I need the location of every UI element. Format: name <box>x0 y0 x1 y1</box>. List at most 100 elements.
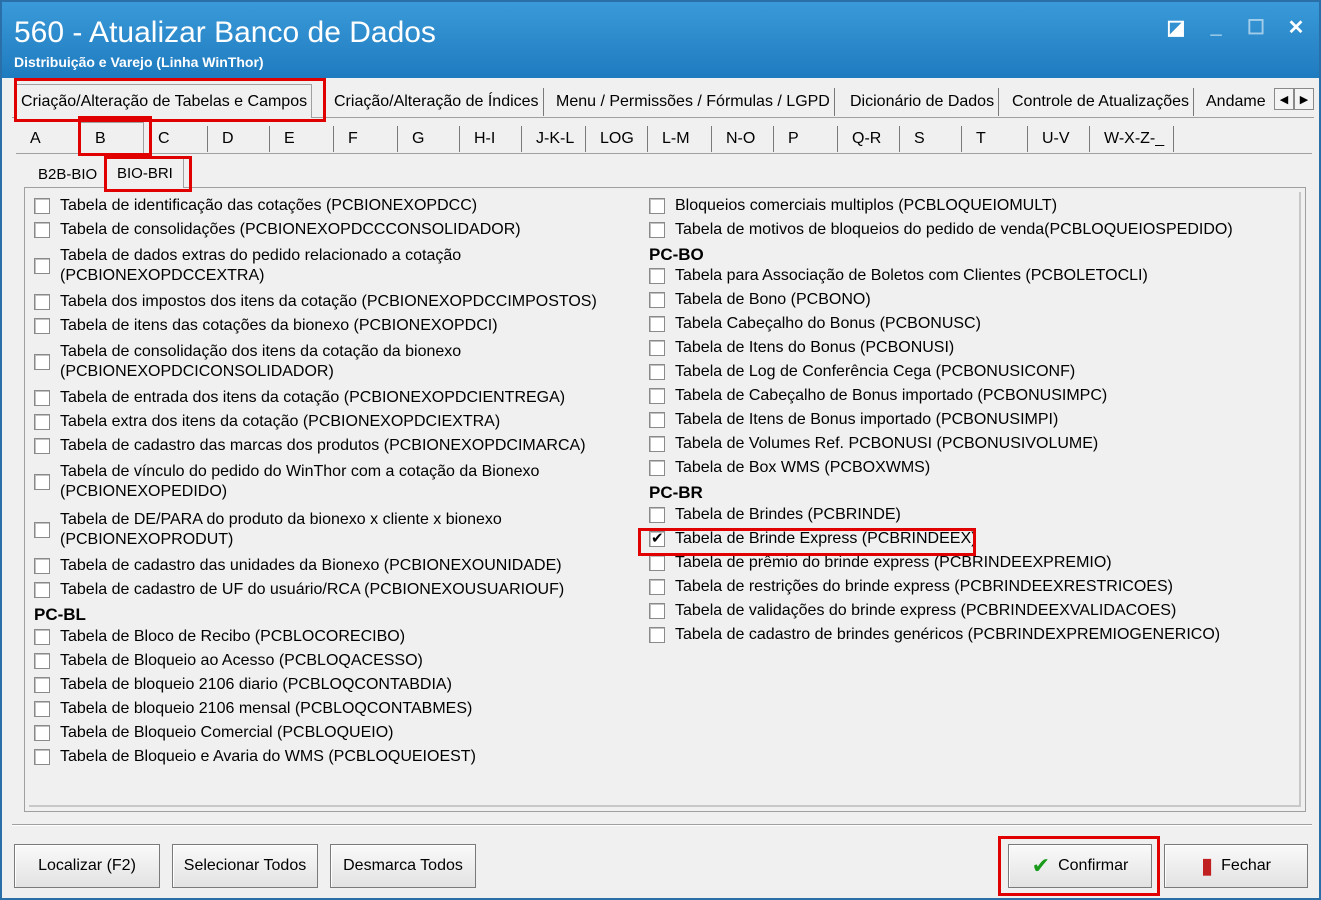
checkbox[interactable] <box>34 558 50 574</box>
list-item[interactable]: Tabela de Bloqueio ao Acesso (PCBLOQACES… <box>34 651 423 671</box>
list-item[interactable]: Tabela de bloqueio 2106 mensal (PCBLOQCO… <box>34 699 472 719</box>
tab-letter-t[interactable]: T <box>962 126 1028 152</box>
checkbox[interactable] <box>34 701 50 717</box>
checkbox[interactable] <box>34 582 50 598</box>
checkbox[interactable] <box>649 603 665 619</box>
tab-b2b-bio[interactable]: B2B-BIO <box>28 162 107 186</box>
list-item[interactable]: Tabela Cabeçalho do Bonus (PCBONUSC) <box>649 314 981 334</box>
list-item[interactable]: Tabela de consolidações (PCBIONEXOPDCCCO… <box>34 220 521 240</box>
tab-letter-h-i[interactable]: H-I <box>460 126 522 152</box>
tab-andamento[interactable]: Andame <box>1202 88 1270 116</box>
checkbox[interactable] <box>34 438 50 454</box>
checkbox[interactable] <box>649 555 665 571</box>
list-item[interactable]: Tabela de cadastro de brindes genéricos … <box>649 625 1220 645</box>
list-item[interactable]: Tabela de motivos de bloqueios do pedido… <box>649 220 1233 240</box>
checkbox[interactable] <box>34 749 50 765</box>
checkbox[interactable] <box>34 522 50 538</box>
tab-letter-l-m[interactable]: L-M <box>648 126 712 152</box>
list-item[interactable]: Tabela de Bloqueio e Avaria do WMS (PCBL… <box>34 747 476 767</box>
list-item[interactable]: Tabela de Brindes (PCBRINDE) <box>649 505 901 525</box>
checkbox[interactable] <box>34 354 50 370</box>
tab-letter-n-o[interactable]: N-O <box>712 126 774 152</box>
tab-letter-u-v[interactable]: U-V <box>1028 126 1090 152</box>
checkbox[interactable] <box>649 579 665 595</box>
list-item[interactable]: Tabela de entrada dos itens da cotação (… <box>34 388 565 408</box>
checkbox[interactable] <box>649 292 665 308</box>
tab-letter-f[interactable]: F <box>334 126 398 152</box>
scroll-right-icon[interactable]: ▶ <box>1294 88 1314 110</box>
close-icon[interactable]: ✕ <box>1283 14 1309 40</box>
checkbox[interactable] <box>34 198 50 214</box>
selecionar-todos-button[interactable]: Selecionar Todos <box>172 844 318 888</box>
tab-letter-e[interactable]: E <box>270 126 334 152</box>
list-item[interactable]: Tabela de Bloqueio Comercial (PCBLOQUEIO… <box>34 723 393 743</box>
maximize-icon[interactable]: ☐ <box>1243 14 1269 40</box>
list-item[interactable]: Tabela de itens das cotações da bionexo … <box>34 316 498 336</box>
tab-letter-a[interactable]: A <box>16 126 80 152</box>
list-item[interactable]: Tabela de Itens de Bonus importado (PCBO… <box>649 410 1058 430</box>
tab-menu-permissoes[interactable]: Menu / Permissões / Fórmulas / LGPD <box>552 88 835 116</box>
list-item[interactable]: Tabela de Cabeçalho de Bonus importado (… <box>649 386 1107 406</box>
tab-letter-j-k-l[interactable]: J-K-L <box>522 126 586 152</box>
list-item[interactable]: Tabela de dados extras do pedido relacio… <box>34 246 461 286</box>
list-item[interactable]: Tabela de identificação das cotações (PC… <box>34 196 477 216</box>
list-item[interactable]: Tabela de Itens do Bonus (PCBONUSI) <box>649 338 954 358</box>
list-item[interactable]: Tabela de validações do brinde express (… <box>649 601 1176 621</box>
checkbox[interactable] <box>649 222 665 238</box>
checkbox[interactable] <box>649 529 665 549</box>
checkbox[interactable] <box>649 388 665 404</box>
tab-tabelas-campos[interactable]: Criação/Alteração de Tabelas e Campos <box>16 84 313 118</box>
list-item[interactable]: Tabela dos impostos dos itens da cotação… <box>34 292 597 312</box>
minimize-icon[interactable]: _ <box>1203 14 1229 40</box>
list-item[interactable]: Tabela de Volumes Ref. PCBONUSI (PCBONUS… <box>649 434 1098 454</box>
checkbox[interactable] <box>34 725 50 741</box>
list-item[interactable]: Tabela de Brinde Express (PCBRINDEEX) <box>649 529 976 549</box>
restore-icon[interactable]: ◪ <box>1163 14 1189 40</box>
checkbox[interactable] <box>34 294 50 310</box>
list-item[interactable]: Tabela de restrições do brinde express (… <box>649 577 1173 597</box>
tab-dicionario[interactable]: Dicionário de Dados <box>846 88 1000 116</box>
checkbox[interactable] <box>649 316 665 332</box>
list-item[interactable]: Tabela de Box WMS (PCBOXWMS) <box>649 458 930 478</box>
checkbox[interactable] <box>649 340 665 356</box>
list-item[interactable]: Tabela de Bono (PCBONO) <box>649 290 871 310</box>
tab-indices[interactable]: Criação/Alteração de Índices <box>330 88 544 116</box>
checkbox[interactable] <box>649 412 665 428</box>
checkbox[interactable] <box>34 258 50 274</box>
confirmar-button[interactable]: ✔ Confirmar <box>1008 844 1152 888</box>
checkbox[interactable] <box>34 318 50 334</box>
checkbox[interactable] <box>34 677 50 693</box>
tab-letter-q-r[interactable]: Q-R <box>838 126 900 152</box>
localizar-button[interactable]: Localizar (F2) <box>14 844 160 888</box>
checkbox[interactable] <box>34 390 50 406</box>
checkbox[interactable] <box>34 414 50 430</box>
list-item[interactable]: Tabela de prêmio do brinde express (PCBR… <box>649 553 1112 573</box>
checkbox[interactable] <box>34 629 50 645</box>
tab-letter-p[interactable]: P <box>774 126 838 152</box>
checkbox[interactable] <box>649 627 665 643</box>
scroll-left-icon[interactable]: ◀ <box>1274 88 1294 110</box>
list-item[interactable]: Tabela de consolidação dos itens da cota… <box>34 342 461 382</box>
list-item[interactable]: Bloqueios comerciais multiplos (PCBLOQUE… <box>649 196 1057 216</box>
list-item[interactable]: Tabela de cadastro das marcas dos produt… <box>34 436 586 456</box>
checkbox[interactable] <box>649 460 665 476</box>
tab-controle-atualizacoes[interactable]: Controle de Atualizações <box>1008 88 1194 116</box>
desmarca-todos-button[interactable]: Desmarca Todos <box>330 844 476 888</box>
tab-letter-c[interactable]: C <box>144 126 208 152</box>
tab-letter-w-x-z[interactable]: W-X-Z-_ <box>1090 126 1174 152</box>
list-item[interactable]: Tabela de Bloco de Recibo (PCBLOCORECIBO… <box>34 627 405 647</box>
tab-letter-log[interactable]: LOG <box>586 126 648 152</box>
list-item[interactable]: Tabela extra dos itens da cotação (PCBIO… <box>34 412 500 432</box>
tab-letter-d[interactable]: D <box>208 126 270 152</box>
fechar-button[interactable]: ▮ Fechar <box>1164 844 1308 888</box>
tab-letter-s[interactable]: S <box>900 126 962 152</box>
checkbox[interactable] <box>34 222 50 238</box>
tab-bio-bri[interactable]: BIO-BRI <box>106 158 184 188</box>
list-item[interactable]: Tabela de vínculo do pedido do WinThor c… <box>34 462 539 502</box>
checkbox[interactable] <box>649 507 665 523</box>
checkbox[interactable] <box>649 364 665 380</box>
tab-letter-b[interactable]: B <box>80 122 144 154</box>
list-item[interactable]: Tabela de Log de Conferência Cega (PCBON… <box>649 362 1075 382</box>
tab-letter-g[interactable]: G <box>398 126 460 152</box>
list-item[interactable]: Tabela de cadastro de UF do usuário/RCA … <box>34 580 564 600</box>
